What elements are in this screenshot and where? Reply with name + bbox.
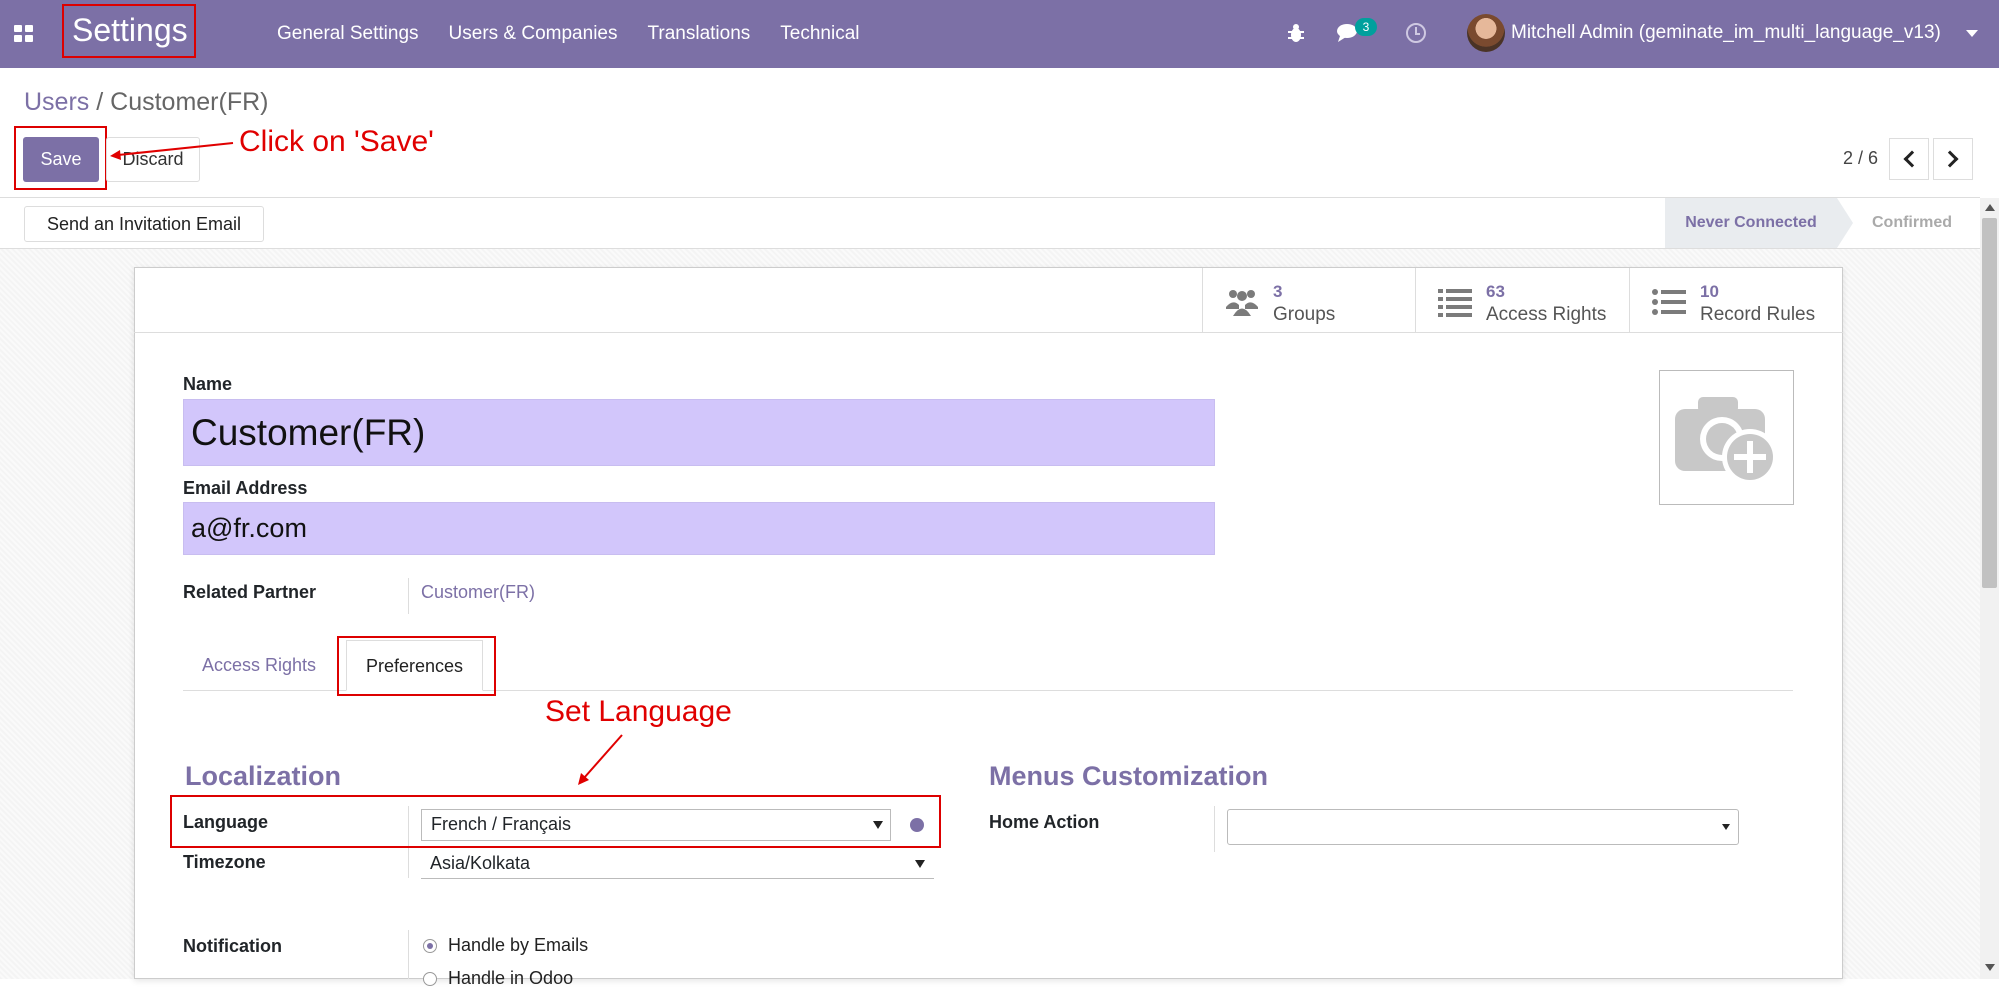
field-separator [408,930,409,979]
list-icon [1652,289,1686,315]
annotation-click-save: Click on 'Save' [239,125,434,158]
localization-title: Localization [185,761,342,791]
scroll-up-icon[interactable] [1985,204,1995,211]
groups-count: 3 [1273,282,1283,301]
access-rights-smart-button[interactable]: 63 Access Rights [1415,268,1629,333]
groups-smart-button[interactable]: 3 Groups [1202,268,1415,333]
send-invitation-button[interactable]: Send an Invitation Email [24,206,264,242]
list-icon [1438,289,1472,317]
main-menu: General Settings Users & Companies Trans… [277,0,890,68]
timezone-select[interactable]: Asia/Kolkata [421,849,934,879]
notification-email-label: Handle by Emails [448,935,589,955]
discard-button[interactable]: Discard [106,137,200,182]
access-rights-count: 63 [1486,282,1505,301]
record-rules-count: 10 [1700,282,1719,301]
annotation-box-language [170,795,941,848]
notification-email-radio[interactable] [423,939,437,953]
email-input[interactable] [183,502,1215,555]
debug-bug-icon[interactable] [1287,22,1305,44]
timezone-value: Asia/Kolkata [430,853,531,873]
field-separator [408,578,409,614]
menu-users-companies[interactable]: Users & Companies [449,23,618,45]
record-rules-smart-button[interactable]: 10 Record Rules [1629,268,1843,333]
home-action-select[interactable] [1227,809,1739,845]
related-partner-label: Related Partner [183,582,317,602]
user-menu[interactable]: Mitchell Admin (geminate_im_multi_langua… [1511,22,1941,44]
home-action-label: Home Action [989,812,1100,832]
status-confirmed[interactable]: Confirmed [1850,198,1974,248]
breadcrumb-current: Customer(FR) [110,88,269,116]
menu-translations[interactable]: Translations [647,23,750,45]
field-separator [1214,806,1215,852]
scrollbar-thumb[interactable] [1982,218,1997,588]
name-input[interactable] [183,399,1215,466]
pager-previous-button[interactable] [1889,138,1929,180]
pager-value[interactable]: 2 / 6 [1843,148,1878,169]
annotation-set-language: Set Language [545,695,732,728]
chevron-right-icon [1941,150,1959,168]
camera-add-icon [1675,397,1778,485]
status-never-connected[interactable]: Never Connected [1665,198,1837,248]
apps-menu-icon[interactable] [14,25,34,43]
email-label: Email Address [183,478,308,498]
user-menu-caret-icon[interactable] [1966,30,1978,37]
dropdown-caret-icon [1722,824,1730,830]
related-partner-link[interactable]: Customer(FR) [421,582,535,603]
groups-label: Groups [1273,304,1336,325]
dropdown-caret-icon [915,860,925,868]
scroll-down-icon[interactable] [1985,964,1995,971]
annotation-box-preferences [337,636,496,696]
name-label: Name [183,374,233,394]
annotation-box-settings [62,4,196,58]
chat-count-badge: 3 [1355,18,1377,36]
breadcrumb-users-link[interactable]: Users [24,88,89,116]
notification-label: Notification [183,936,282,956]
pager-next-button[interactable] [1933,138,1973,180]
breadcrumb-separator: / [89,88,111,116]
menus-customization-title: Menus Customization [989,761,1269,791]
annotation-box-save [14,126,107,190]
users-icon [1226,290,1258,316]
menu-technical[interactable]: Technical [780,23,859,45]
tab-access-rights[interactable]: Access Rights [183,640,335,691]
access-rights-label: Access Rights [1486,304,1607,325]
form-sheet [134,267,1843,979]
chevron-left-icon [1903,150,1921,168]
record-rules-label: Record Rules [1700,304,1816,325]
photo-upload[interactable] [1659,370,1794,505]
breadcrumb: Users / Customer(FR) [24,88,268,117]
notification-odoo-radio[interactable] [423,972,437,986]
menu-general-settings[interactable]: General Settings [277,23,419,45]
activity-clock-icon[interactable] [1406,23,1426,43]
timezone-label: Timezone [183,852,266,872]
user-avatar[interactable] [1467,14,1505,52]
